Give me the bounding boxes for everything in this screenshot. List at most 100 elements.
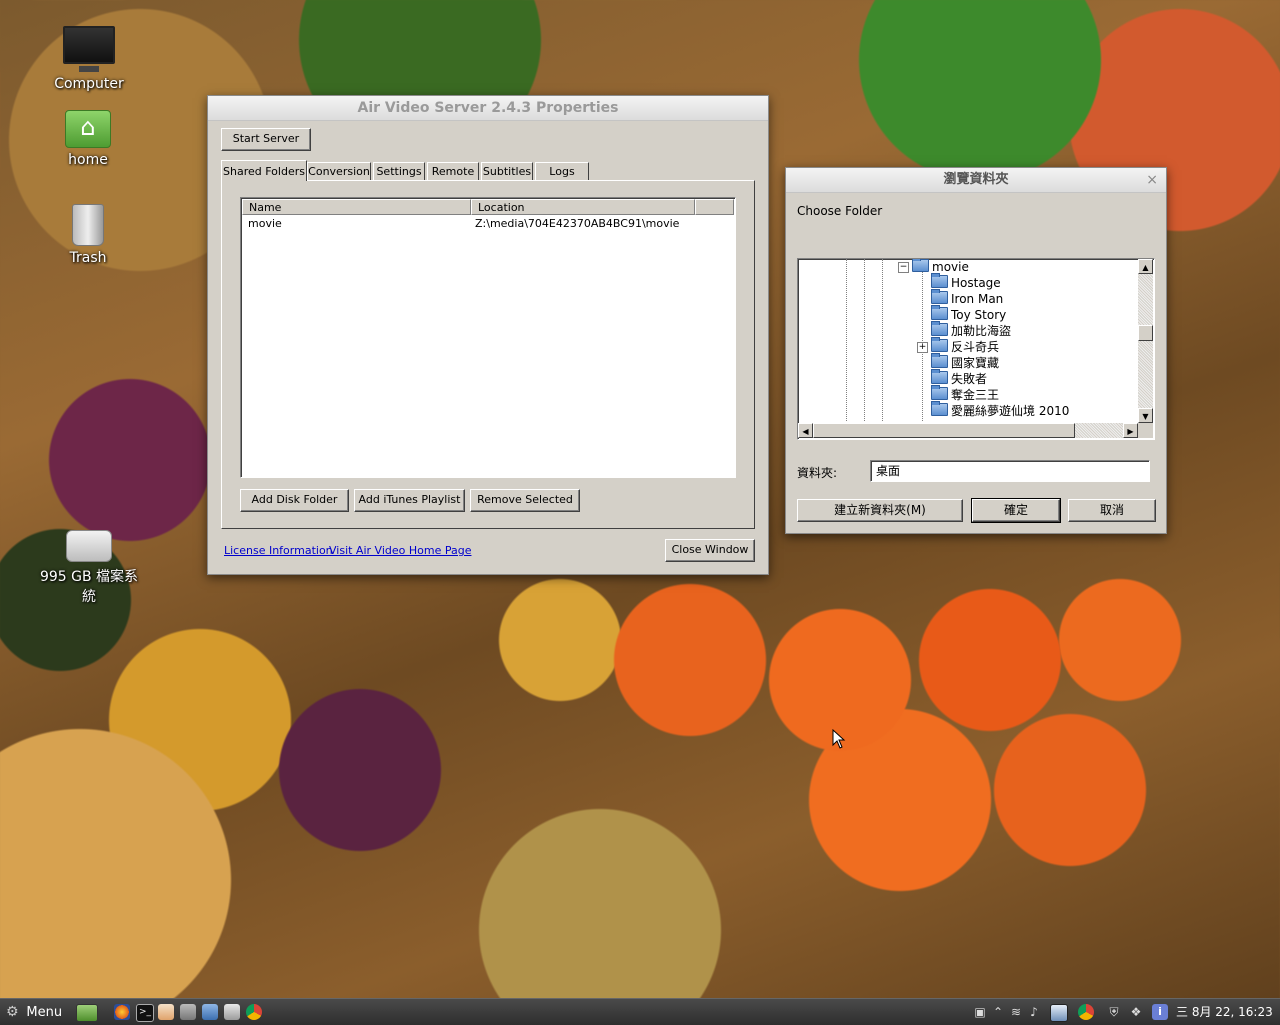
folder-icon — [931, 305, 948, 320]
tree-item[interactable]: 國家寶藏 — [931, 353, 1000, 371]
folder-icon — [931, 321, 948, 336]
tree-item[interactable]: 奪金三王 — [931, 385, 1000, 403]
chrome-icon[interactable] — [246, 1004, 262, 1020]
column-header-blank — [695, 199, 734, 215]
show-desktop-icon[interactable] — [76, 1004, 98, 1022]
desktop-icon-home[interactable]: home — [33, 110, 143, 168]
tab-settings[interactable]: Settings — [373, 162, 425, 181]
tree-item-label: movie — [932, 260, 969, 274]
firefox-icon[interactable] — [114, 1004, 130, 1020]
tree-item[interactable]: 愛麗絲夢遊仙境 2010 — [931, 401, 1070, 419]
tree-item-label: 愛麗絲夢遊仙境 2010 — [951, 404, 1070, 418]
tab-remote[interactable]: Remote — [427, 162, 479, 181]
drive-icon — [66, 530, 112, 562]
mail-icon[interactable] — [202, 1004, 218, 1020]
tree-item-label: 奪金三王 — [951, 388, 1000, 402]
window-title: Air Video Server 2.4.3 Properties — [208, 96, 768, 121]
table-row[interactable]: movie Z:\media\704E42370AB4BC91\movie — [242, 216, 732, 231]
scroll-left-arrow-icon[interactable]: ◀ — [798, 423, 813, 438]
tree-guide-line — [846, 259, 847, 421]
desktop-icon-label: Trash — [69, 250, 107, 266]
close-window-button[interactable]: Close Window — [665, 539, 755, 562]
tab-logs[interactable]: Logs — [535, 162, 589, 181]
scrollbar-thumb[interactable] — [1138, 325, 1153, 341]
volume-icon[interactable]: ♪ — [1026, 1004, 1042, 1020]
window-app-icon[interactable] — [224, 1004, 240, 1020]
gear-icon: ⚙ — [6, 1004, 19, 1020]
tree-item[interactable]: Toy Story — [931, 305, 1006, 323]
tree-item-label: Hostage — [951, 276, 1001, 290]
collapse-icon[interactable]: − — [898, 262, 909, 273]
folder-icon — [931, 401, 948, 416]
tree-item-label: 加勒比海盜 — [951, 324, 1012, 338]
chrome-tray-icon[interactable] — [1078, 1004, 1094, 1020]
vertical-scrollbar[interactable] — [1138, 259, 1153, 423]
add-disk-folder-button[interactable]: Add Disk Folder — [240, 489, 349, 512]
terminal-icon[interactable]: >_ — [136, 1004, 154, 1022]
dropbox-icon[interactable]: ❖ — [1128, 1004, 1144, 1020]
shared-folders-list[interactable]: Name Location movie Z:\media\704E42370AB… — [240, 197, 736, 478]
tree-item-label: Iron Man — [951, 292, 1004, 306]
dialog-prompt: Choose Folder — [797, 204, 883, 218]
row-name: movie — [248, 217, 282, 230]
scroll-up-arrow-icon[interactable]: ▲ — [1138, 259, 1153, 274]
desktop-icon-computer[interactable]: Computer — [34, 26, 144, 92]
tree-guide-line — [864, 259, 865, 421]
shield-icon[interactable]: ⛨ — [1106, 1004, 1122, 1020]
menu-button[interactable]: ⚙ Menu — [6, 1003, 62, 1021]
dialog-title: 瀏覽資料夾 × — [786, 168, 1166, 193]
ok-button[interactable]: 確定 — [971, 498, 1061, 523]
scroll-down-arrow-icon[interactable]: ▼ — [1138, 408, 1153, 423]
desktop-icon-label: 995 GB 檔案系統 — [39, 569, 139, 605]
horizontal-scrollbar-thumb[interactable] — [813, 423, 1075, 438]
new-folder-button[interactable]: 建立新資料夾(M) — [797, 499, 963, 522]
info-icon[interactable]: i — [1152, 1004, 1168, 1020]
row-location: Z:\media\704E42370AB4BC91\movie — [475, 217, 680, 230]
file-manager-icon[interactable] — [180, 1004, 196, 1020]
tray-expand-icon[interactable]: ⌃ — [990, 1004, 1006, 1020]
start-server-button[interactable]: Start Server — [221, 128, 311, 151]
folder-icon — [931, 385, 948, 400]
mouse-pointer-icon — [832, 729, 846, 749]
tree-item-movie[interactable]: movie — [912, 259, 969, 275]
tab-conversion[interactable]: Conversion — [307, 162, 371, 181]
folder-icon — [931, 289, 948, 304]
folder-tree[interactable]: − movie Hostage Iron Man Toy Story 加勒比海盜… — [797, 258, 1155, 440]
folder-input[interactable]: 桌面 — [870, 460, 1150, 482]
scroll-right-arrow-icon[interactable]: ▶ — [1123, 423, 1138, 438]
home-page-link[interactable]: Visit Air Video Home Page — [329, 544, 471, 557]
tree-item[interactable]: 加勒比海盜 — [931, 321, 1012, 339]
cancel-button[interactable]: 取消 — [1068, 499, 1156, 522]
remove-selected-button[interactable]: Remove Selected — [470, 489, 580, 512]
tree-item[interactable]: Iron Man — [931, 289, 1004, 307]
scrollbar-corner — [1138, 423, 1153, 438]
tree-item-label: 國家寶藏 — [951, 356, 1000, 370]
expand-icon[interactable]: + — [917, 342, 928, 353]
dialog-title-text: 瀏覽資料夾 — [943, 172, 1009, 187]
desktop-icon-label: home — [68, 152, 108, 168]
column-header-name[interactable]: Name — [242, 199, 471, 215]
folder-icon — [931, 273, 948, 288]
computer-icon — [63, 26, 115, 72]
wifi-icon[interactable]: ≋ — [1008, 1004, 1024, 1020]
desktop-icon-trash[interactable]: Trash — [33, 204, 143, 266]
text-editor-icon[interactable] — [158, 1004, 174, 1020]
tab-subtitles[interactable]: Subtitles — [481, 162, 533, 181]
clock[interactable]: 三 8月 22, 16:23 — [1176, 1003, 1273, 1021]
menu-label: Menu — [26, 1005, 63, 1020]
add-itunes-playlist-button[interactable]: Add iTunes Playlist — [354, 489, 465, 512]
desktop-icon-disk[interactable]: 995 GB 檔案系統 — [33, 530, 145, 606]
folder-icon — [912, 259, 929, 272]
task-manager-icon[interactable] — [1050, 1004, 1068, 1022]
tree-item[interactable]: 反斗奇兵 — [931, 337, 999, 355]
airvideo-window: Air Video Server 2.4.3 Properties Start … — [207, 95, 769, 575]
close-icon[interactable]: × — [1146, 168, 1158, 192]
network-monitor-icon[interactable]: ▣ — [972, 1004, 988, 1020]
tree-item-label: 失敗者 — [951, 372, 988, 386]
tree-item[interactable]: Hostage — [931, 273, 1001, 291]
taskbar: ⚙ Menu >_ ▣ ⌃ ≋ ♪ ⛨ ❖ i 三 8月 22, 16:23 — [0, 998, 1280, 1025]
column-header-location[interactable]: Location — [471, 199, 695, 215]
license-information-link[interactable]: License Information — [224, 544, 333, 557]
tab-shared-folders[interactable]: Shared Folders — [221, 160, 307, 181]
desktop-icon-label: Computer — [54, 76, 124, 92]
